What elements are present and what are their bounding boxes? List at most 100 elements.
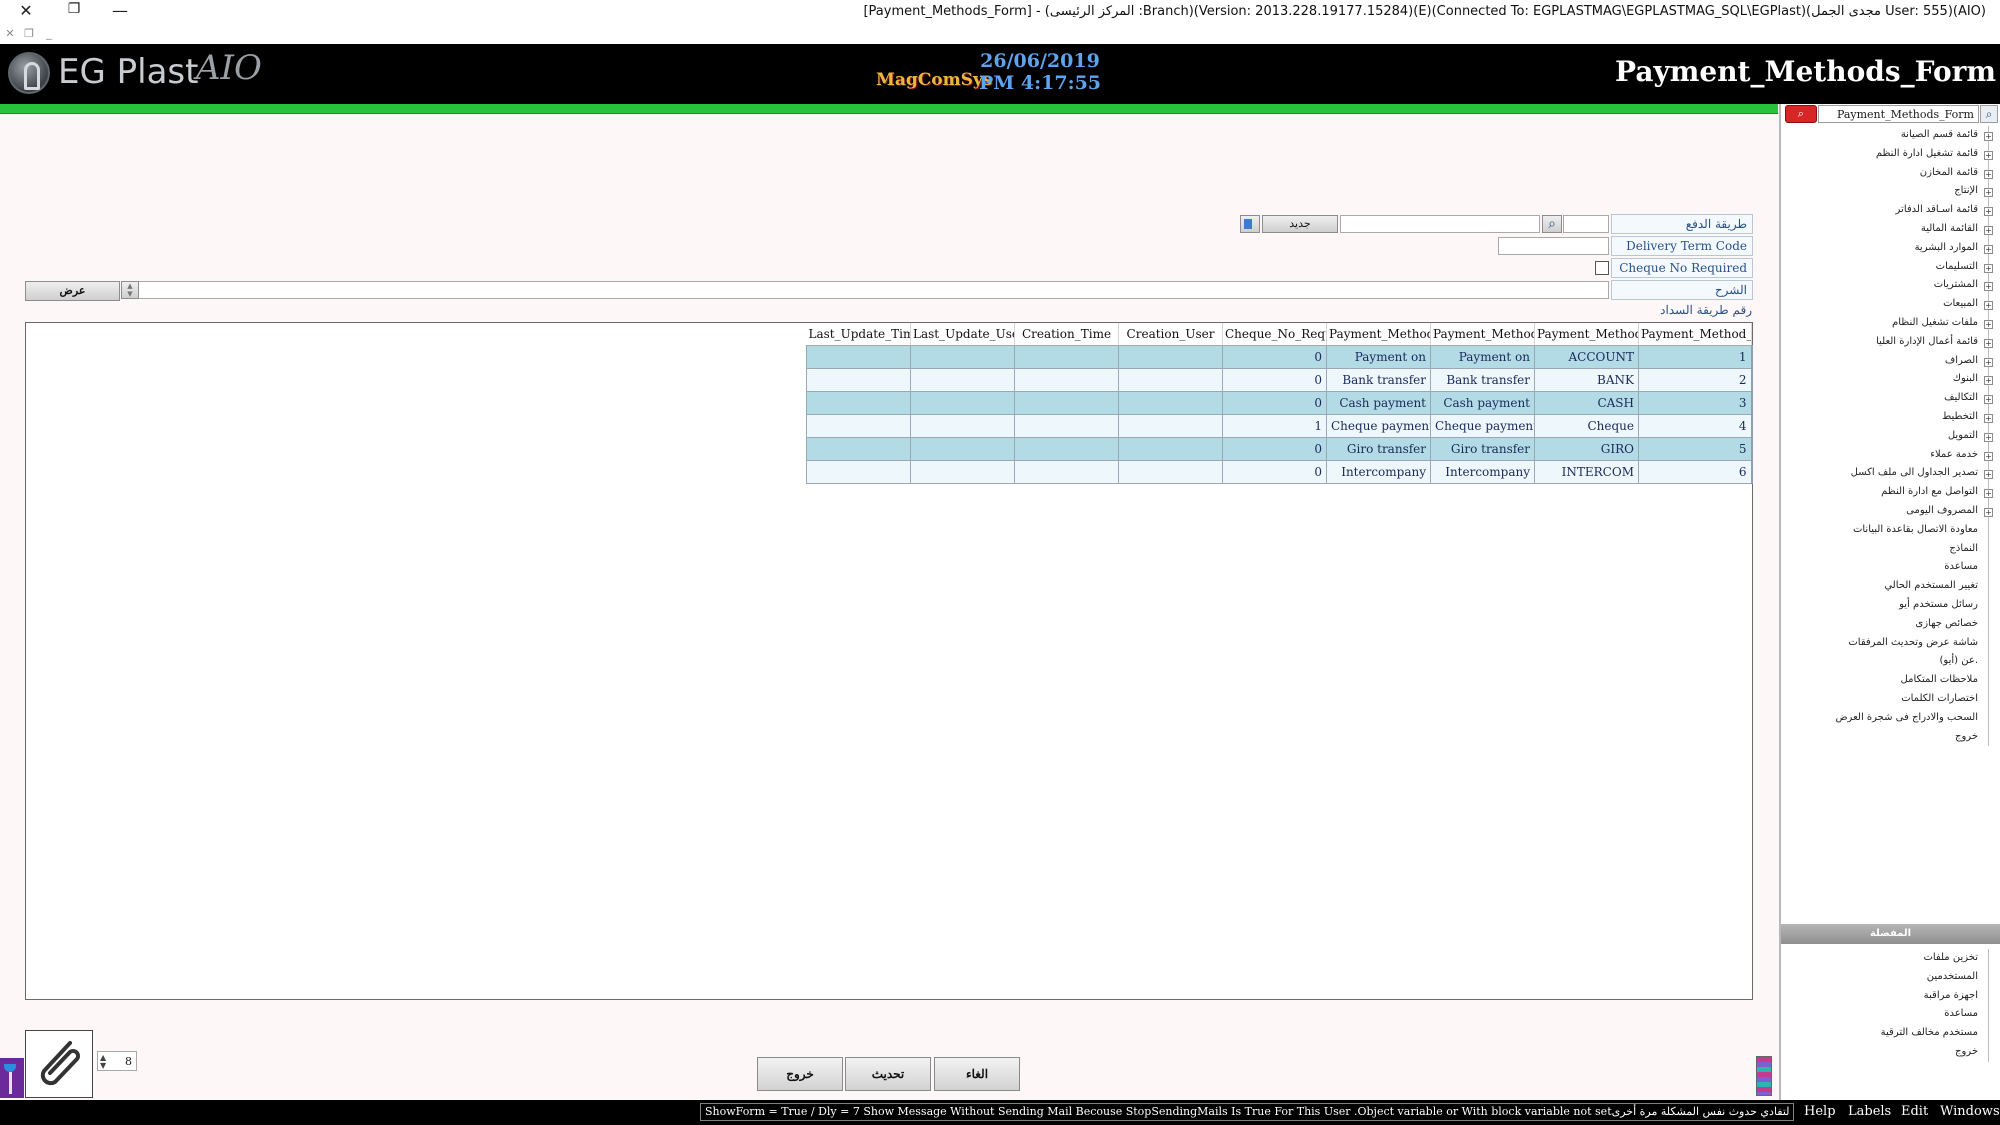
grid-cell[interactable] bbox=[806, 459, 911, 484]
side-badge-icon[interactable] bbox=[0, 1058, 24, 1098]
tree-expand-icon[interactable]: + bbox=[1984, 432, 1993, 442]
tree-expand-icon[interactable]: + bbox=[1984, 376, 1993, 386]
payment-method-code-input[interactable] bbox=[1563, 215, 1609, 233]
grid-cell[interactable] bbox=[1014, 436, 1119, 461]
favorite-item[interactable]: اجهزة مراقبة bbox=[1924, 990, 1978, 1001]
show-button[interactable]: عرض bbox=[25, 281, 120, 301]
tree-item[interactable]: قائمة أعمال الإدارة العليا bbox=[1876, 336, 1978, 347]
grid-cell[interactable] bbox=[910, 367, 1015, 392]
tree-expand-icon[interactable]: + bbox=[1984, 263, 1993, 273]
grid-cell[interactable] bbox=[1118, 413, 1223, 438]
table-row[interactable]: 0 Giro transfer Giro transfer GIRO 5 bbox=[806, 436, 1753, 461]
tree-expand-icon[interactable]: + bbox=[1984, 508, 1993, 517]
exit-button[interactable]: خروج bbox=[757, 1057, 843, 1091]
grid-cell[interactable] bbox=[1118, 390, 1223, 415]
grid-cell[interactable]: ACCOUNT bbox=[1534, 344, 1639, 369]
grid-cell[interactable] bbox=[806, 367, 911, 392]
tree-expand-icon[interactable]: + bbox=[1984, 301, 1993, 311]
search-icon[interactable]: ⌕ bbox=[1980, 105, 1998, 123]
tree-expand-icon[interactable]: + bbox=[1984, 282, 1993, 292]
tree-item[interactable]: مساعدة bbox=[1944, 561, 1978, 572]
grid-column-header[interactable]: Payment_Method_Code bbox=[1534, 323, 1639, 346]
table-row[interactable]: 0 Payment on Payment on ACCOUNT 1 bbox=[806, 344, 1753, 369]
grid-cell[interactable]: 0 bbox=[1222, 367, 1327, 392]
tree-item[interactable]: النماذج bbox=[1949, 543, 1978, 554]
tree-item[interactable]: التمويل bbox=[1948, 430, 1978, 441]
grid-cell[interactable] bbox=[806, 413, 911, 438]
table-row[interactable]: 0 Bank transfer Bank transfer BANK 2 bbox=[806, 367, 1753, 392]
page-size-stepper[interactable]: ▲ ▼ 8 bbox=[97, 1051, 137, 1071]
grid-cell[interactable] bbox=[910, 413, 1015, 438]
table-row[interactable]: 0 Intercompany Intercompany INTERCOM 6 bbox=[806, 459, 1753, 484]
favorite-item[interactable]: تخزين ملفات bbox=[1923, 952, 1978, 963]
tree-item[interactable]: تصدير الجداول الى ملف اكسل bbox=[1851, 467, 1978, 478]
grid-cell[interactable]: 1 bbox=[1222, 413, 1327, 438]
bookmark-icon[interactable] bbox=[1756, 1056, 1772, 1096]
refresh-button[interactable]: تحديث bbox=[845, 1057, 931, 1091]
grid-cell[interactable]: Payment on bbox=[1326, 344, 1431, 369]
close-window-icon[interactable]: ✕ bbox=[14, 1, 38, 20]
delivery-term-input[interactable] bbox=[1498, 237, 1609, 255]
tree-item[interactable]: خروج bbox=[1955, 731, 1978, 742]
grid-column-header[interactable]: Creation_User bbox=[1118, 323, 1223, 346]
grid-cell[interactable] bbox=[806, 436, 911, 461]
grid-cell[interactable]: 6 bbox=[1638, 459, 1753, 484]
tree-item[interactable]: القائمة المالية bbox=[1921, 223, 1978, 234]
tree-expand-icon[interactable]: + bbox=[1984, 338, 1993, 348]
grid-cell[interactable] bbox=[806, 390, 911, 415]
grid-cell[interactable]: Cheque payment bbox=[1326, 413, 1431, 438]
grid-cell[interactable]: 1 bbox=[1638, 344, 1753, 369]
grid-cell[interactable] bbox=[1014, 390, 1119, 415]
tree-expand-icon[interactable]: + bbox=[1984, 169, 1993, 179]
tree-expand-icon[interactable]: + bbox=[1984, 132, 1993, 141]
description-scroll-icon[interactable]: ▲ ▼ bbox=[121, 281, 139, 299]
grid-cell[interactable]: 5 bbox=[1638, 436, 1753, 461]
tree-item[interactable]: قائمة قسم الصيانة bbox=[1901, 129, 1978, 140]
grid-column-header[interactable]: Last_Update_User bbox=[910, 323, 1015, 346]
tree-expand-icon[interactable]: + bbox=[1984, 207, 1993, 217]
menu-help[interactable]: Help bbox=[1804, 1104, 1836, 1119]
grid-cell[interactable] bbox=[1014, 413, 1119, 438]
grid-cell[interactable]: Bank transfer bbox=[1326, 367, 1431, 392]
mdi-close-icon[interactable]: ✕ bbox=[3, 27, 17, 40]
grid-cell[interactable]: Giro transfer bbox=[1430, 436, 1535, 461]
favorite-item[interactable]: المستخدمين bbox=[1927, 971, 1978, 982]
new-record-icon[interactable] bbox=[1240, 215, 1260, 233]
attachment-button[interactable] bbox=[25, 1030, 93, 1098]
favorite-item[interactable]: مساعدة bbox=[1944, 1008, 1978, 1019]
tree-search-button[interactable]: ⌕ bbox=[1785, 105, 1817, 123]
tree-item[interactable]: التخطيط bbox=[1942, 411, 1978, 422]
grid-cell[interactable]: Cash payment bbox=[1326, 390, 1431, 415]
mdi-restore-icon[interactable]: ❐ bbox=[22, 27, 36, 40]
grid-cell[interactable]: Cash payment bbox=[1430, 390, 1535, 415]
grid-cell[interactable]: Bank transfer bbox=[1430, 367, 1535, 392]
grid-cell[interactable]: INTERCOM bbox=[1534, 459, 1639, 484]
menu-windows[interactable]: Windows bbox=[1940, 1104, 2000, 1119]
grid-cell[interactable] bbox=[910, 436, 1015, 461]
tree-expand-icon[interactable]: + bbox=[1984, 357, 1993, 367]
tree-item[interactable]: التكاليف bbox=[1944, 392, 1978, 403]
tree-item[interactable]: خصائص جهازى bbox=[1915, 618, 1978, 629]
table-row[interactable]: 0 Cash payment Cash payment CASH 3 bbox=[806, 390, 1753, 415]
tree-item[interactable]: عن (أيو). bbox=[1940, 655, 1978, 666]
tree-item[interactable]: السحب والادراج فى شجرة العرض bbox=[1835, 712, 1978, 723]
tree-item[interactable]: تغيير المستخدم الحالي bbox=[1884, 580, 1978, 591]
grid-cell[interactable] bbox=[1014, 344, 1119, 369]
grid-cell[interactable]: Cheque payment bbox=[1430, 413, 1535, 438]
stepper-down-icon[interactable]: ▼ bbox=[100, 1061, 106, 1070]
tree-item[interactable]: الإنتاج bbox=[1954, 185, 1978, 196]
grid-cell[interactable] bbox=[806, 344, 911, 369]
grid-cell[interactable]: BANK bbox=[1534, 367, 1639, 392]
tree-expand-icon[interactable]: + bbox=[1984, 489, 1993, 499]
tree-expand-icon[interactable]: + bbox=[1984, 150, 1993, 160]
mdi-minimize-icon[interactable]: _ bbox=[42, 27, 56, 40]
tree-expand-icon[interactable]: + bbox=[1984, 226, 1993, 235]
grid-cell[interactable]: 4 bbox=[1638, 413, 1753, 438]
tree-item[interactable]: الصراف bbox=[1945, 355, 1978, 366]
tree-item[interactable]: شاشة عرض وتحديث المرفقات bbox=[1848, 637, 1978, 648]
tree-item[interactable]: معاودة الاتصال بقاعدة البيانات bbox=[1853, 524, 1978, 535]
description-input[interactable] bbox=[121, 281, 1609, 299]
grid-column-header[interactable]: Payment_Method_Description bbox=[1326, 323, 1431, 346]
tree-expand-icon[interactable]: + bbox=[1984, 470, 1993, 480]
menu-labels[interactable]: Labels bbox=[1848, 1104, 1891, 1119]
